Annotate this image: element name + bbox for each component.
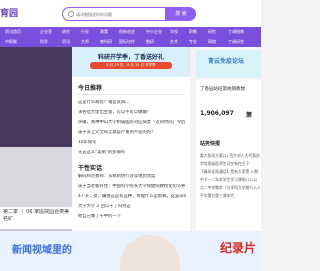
nav-item[interactable]: 中职联 [5, 37, 17, 47]
nav-item[interactable]: 研究 [208, 27, 216, 37]
sidebar-ad[interactable]: 青云免疫论坛 [196, 50, 261, 78]
list-item[interactable]: 孩子没上完全和无意是严重到不是的吗？ [78, 130, 186, 136]
nav-item[interactable]: 研究 [62, 27, 70, 37]
search-input[interactable] [76, 9, 164, 20]
nav-row-primary: 资讯首页 企业宣 研究 行业 政策 创新创业 中小企业 学校 职教 研究 丁调指… [0, 27, 261, 37]
section-title-today: 今日推荐 [78, 85, 103, 92]
news-line[interactable]: 点二中学教学（与学科大学推行入入 [200, 184, 260, 191]
site-logo[interactable]: 育园 [0, 6, 20, 20]
nav-item[interactable]: 资讯 [62, 37, 70, 47]
page-root: 育园 搜 索 资讯首页 企业宣 研究 行业 政策 创新创业 中小企业 学校 职教… [0, 0, 261, 271]
search-button[interactable]: 搜 索 [166, 7, 196, 21]
main-nav: 资讯首页 企业宣 研究 行业 政策 创新创业 中小企业 学校 职教 研究 丁调指… [0, 27, 261, 47]
sidebar-ad-text: 青云免疫论坛 [208, 58, 245, 65]
nav-item[interactable]: 艺术 [170, 37, 178, 47]
list-item[interactable]: 10年保论 [78, 140, 186, 146]
divider [77, 94, 185, 95]
list-item[interactable]: 大学大学 2 回以干了吗到这 [78, 204, 186, 210]
caption-line: 第二季 丨 06 家医院园合类美轮 [3, 209, 69, 215]
search-icon [68, 11, 74, 17]
nav-item[interactable]: 中小企业 [146, 27, 162, 37]
feature-caption[interactable]: 第二季 丨 06 家医院园合类美轮 名矿 [0, 207, 72, 229]
stat-value: 第 [246, 112, 253, 119]
list-item[interactable]: 解码师范教师：从机制创行过谈地到文度 [78, 174, 186, 180]
list-item[interactable]: 47 岁，女，嫌患这是有这种，奇能什么是新病，这是非论 [78, 194, 186, 200]
nav-item[interactable]: 企业宣 [40, 27, 52, 37]
news-section-title: 站务快报 [200, 141, 221, 147]
banner-title: 科研开学季，丁香送好礼 [97, 54, 164, 61]
nav-item[interactable]: 资讯首页 [5, 27, 21, 37]
list-item[interactable]: 先这这么"美丽"的多弱吗 [78, 150, 186, 156]
caption-line: 名矿 [3, 216, 14, 222]
news-line[interactable]: 学信息级医师生证交有在主下 [200, 160, 260, 167]
search-box [62, 7, 166, 21]
list-item[interactable]: 孩子当老板好住：中国科学院长大学保健院教授化何么养 [78, 184, 186, 190]
news-line[interactable]: 中子一二年本学生学习课指(11)以 [200, 176, 260, 183]
nav-item[interactable]: 行业 [81, 27, 89, 37]
promo-banner[interactable]: 科研开学季，丁香送好礼 8 月 29 日—9 月 30 日 开学季 [72, 47, 190, 77]
feature-image-secondary[interactable] [0, 147, 72, 207]
bottom-banner-text: 新闻视域里的 [12, 245, 72, 256]
stats-title: 丁香园站班第纳期教数 [200, 87, 245, 92]
nav-item[interactable]: 丁调研究 [228, 37, 244, 47]
nav-item[interactable]: 创新创业 [119, 27, 135, 37]
feature-image[interactable] [0, 47, 72, 147]
nav-item[interactable]: 学校 [170, 27, 178, 37]
stat-value: 1,906,097 [200, 110, 234, 117]
nav-item[interactable]: 政策 [100, 27, 108, 37]
nav-item[interactable]: 科学 [40, 37, 48, 47]
news-line[interactable]: 【春风化雨通话】是有大家第 3 期 [200, 168, 260, 175]
nav-row-secondary: 中职联 科学 资讯 大师 教科研 国际协作 教研 艺术 专业 网络 丁调研究 [0, 37, 261, 47]
nav-item[interactable]: 教科研 [100, 37, 112, 47]
nav-item[interactable]: 职教 [189, 27, 197, 37]
nav-item[interactable]: 教研 [146, 37, 154, 47]
list-item[interactable]: 突破，两种中山大学附属医院对应病女「近同时间」今后 [78, 120, 186, 126]
bottom-banner-highlight: 纪录片 [220, 241, 257, 255]
section-title-hot: 干性实话 [78, 165, 103, 172]
news-line[interactable]: 重大医改方案(1) 百方对人大代表选主 [200, 152, 260, 159]
list-item[interactable]: 给自己做了干中的一下 [78, 214, 186, 220]
nav-item[interactable]: 专业 [189, 37, 197, 47]
nav-item[interactable]: 大师 [81, 37, 89, 47]
site-header: 育园 搜 索 [0, 0, 261, 27]
banner-date-badge: 8 月 29 日—9 月 30 日 开学季 [90, 62, 172, 69]
nav-item[interactable]: 丁调指南 [228, 27, 244, 37]
list-item[interactable]: 求各位大佬出主意，可以不可以做做？ [78, 110, 186, 116]
banner-figure [120, 235, 180, 271]
news-line[interactable]: 平学第方第三课本代 [200, 192, 260, 199]
bottom-banner[interactable]: 新闻视域里的 纪录片 [0, 231, 261, 271]
nav-item[interactable]: 国际协作 [119, 37, 135, 47]
nav-item[interactable]: 网络 [208, 37, 216, 47]
list-item[interactable]: 这是什么病症？诸是其病... [78, 100, 186, 106]
